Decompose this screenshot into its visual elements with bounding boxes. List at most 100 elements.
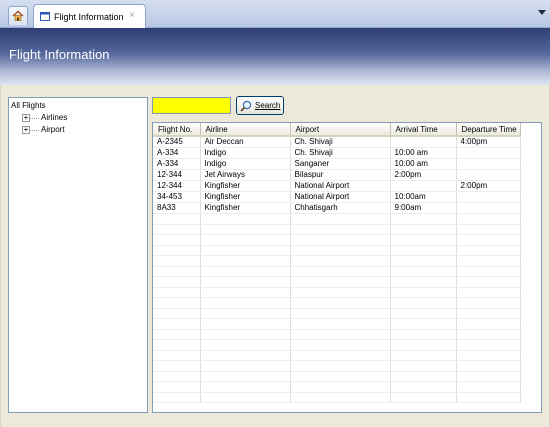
table-row[interactable]: 8A33 Kingfisher Chhatisgarh 9:00am: [153, 202, 521, 214]
table-row[interactable]: A-334 Indigo Sanganer 10:00 am: [153, 158, 521, 170]
column-header-arrival-time[interactable]: Arrival Time: [390, 123, 457, 137]
flight-no-cell[interactable]: A-2345: [153, 136, 201, 148]
flight-no-cell[interactable]: 8A33: [153, 202, 201, 214]
airport-cell[interactable]: National Airport: [290, 180, 391, 192]
empty-cell: [456, 318, 521, 330]
flight-no-cell[interactable]: A-334: [153, 158, 201, 170]
empty-cell: [200, 213, 291, 225]
empty-cell: [390, 339, 457, 351]
arrival-time-cell[interactable]: 10:00 am: [390, 147, 457, 159]
departure-time-cell[interactable]: [456, 202, 521, 214]
column-header-departure-time[interactable]: Departure Time: [456, 123, 521, 137]
airline-cell[interactable]: Jet Airways: [200, 169, 291, 181]
column-header-flight-no[interactable]: Flight No.: [153, 123, 201, 137]
tab-close-icon[interactable]: ×: [129, 10, 135, 21]
tab-flight-information[interactable]: Flight Information ×: [33, 4, 146, 28]
flight-tree[interactable]: All Flights + Airlines + Airport: [8, 97, 148, 413]
empty-cell: [456, 371, 521, 382]
tree-root-all-flights[interactable]: All Flights: [11, 100, 145, 112]
tree-node-airlines[interactable]: + Airlines: [11, 112, 145, 124]
empty-cell: [290, 297, 391, 309]
empty-cell: [200, 287, 291, 298]
empty-cell: [390, 350, 457, 361]
empty-cell: [390, 318, 457, 330]
airport-cell[interactable]: National Airport: [290, 191, 391, 203]
empty-row: [153, 287, 521, 298]
tab-list-dropdown-icon[interactable]: [538, 10, 546, 15]
empty-cell: [200, 350, 291, 361]
airport-cell[interactable]: Sanganer: [290, 158, 391, 170]
empty-cell: [153, 213, 201, 225]
tree-node-label: Airlines: [41, 113, 68, 122]
airline-cell[interactable]: Indigo: [200, 158, 291, 170]
airport-cell[interactable]: Ch. Shivaji: [290, 136, 391, 148]
empty-cell: [456, 308, 521, 319]
empty-cell: [290, 213, 391, 225]
arrival-time-cell[interactable]: 2:00pm: [390, 169, 457, 181]
empty-cell: [200, 381, 291, 393]
flight-grid[interactable]: Flight No. Airline Airport Arrival Time …: [152, 122, 542, 413]
airport-cell[interactable]: Ch. Shivaji: [290, 147, 391, 159]
departure-time-cell[interactable]: [456, 158, 521, 170]
departure-time-cell[interactable]: [456, 191, 521, 203]
empty-cell: [153, 276, 201, 288]
empty-cell: [153, 245, 201, 256]
empty-cell: [153, 318, 201, 330]
empty-cell: [200, 266, 291, 277]
table-row[interactable]: A-334 Indigo Ch. Shivaji 10:00 am: [153, 147, 521, 159]
airline-cell[interactable]: Kingfisher: [200, 191, 291, 203]
table-row[interactable]: 12-344 Jet Airways Bilaspur 2:00pm: [153, 169, 521, 181]
empty-cell: [390, 224, 457, 235]
table-row[interactable]: A-2345 Air Deccan Ch. Shivaji 4:00pm: [153, 136, 521, 148]
search-button[interactable]: Search: [236, 96, 284, 115]
table-row[interactable]: 12-344 Kingfisher National Airport 2:00pm: [153, 180, 521, 192]
arrival-time-cell[interactable]: [390, 136, 457, 148]
departure-time-cell[interactable]: [456, 147, 521, 159]
column-header-airport[interactable]: Airport: [290, 123, 391, 137]
airline-cell[interactable]: Kingfisher: [200, 180, 291, 192]
flight-no-cell[interactable]: 12-344: [153, 180, 201, 192]
departure-time-cell[interactable]: 2:00pm: [456, 180, 521, 192]
empty-cell: [290, 224, 391, 235]
departure-time-cell[interactable]: 4:00pm: [456, 136, 521, 148]
arrival-time-cell[interactable]: 10:00am: [390, 191, 457, 203]
empty-cell: [390, 297, 457, 309]
tree-node-airport[interactable]: + Airport: [11, 124, 145, 136]
empty-cell: [290, 255, 391, 267]
tree-connector: [30, 130, 39, 131]
flight-no-cell[interactable]: 12-344: [153, 169, 201, 181]
airline-cell[interactable]: Air Deccan: [200, 136, 291, 148]
empty-cell: [390, 245, 457, 256]
flight-no-cell[interactable]: 34-453: [153, 191, 201, 203]
arrival-time-cell[interactable]: 10:00 am: [390, 158, 457, 170]
empty-cell: [290, 308, 391, 319]
empty-cell: [290, 329, 391, 340]
departure-time-cell[interactable]: [456, 169, 521, 181]
arrival-time-cell[interactable]: 9:00am: [390, 202, 457, 214]
airport-cell[interactable]: Chhatisgarh: [290, 202, 391, 214]
search-input[interactable]: [152, 97, 231, 114]
flight-no-cell[interactable]: A-334: [153, 147, 201, 159]
airport-cell[interactable]: Bilaspur: [290, 169, 391, 181]
empty-cell: [200, 339, 291, 351]
empty-cell: [290, 392, 391, 403]
home-icon: [12, 10, 24, 21]
tree-node-label: Airport: [41, 125, 65, 134]
airline-cell[interactable]: Kingfisher: [200, 202, 291, 214]
column-header-airline[interactable]: Airline: [200, 123, 291, 137]
expand-icon[interactable]: +: [22, 114, 30, 122]
table-row[interactable]: 34-453 Kingfisher National Airport 10:00am: [153, 191, 521, 203]
empty-cell: [200, 371, 291, 382]
empty-cell: [290, 318, 391, 330]
home-button[interactable]: [8, 6, 28, 25]
tab-label: Flight Information: [54, 11, 124, 22]
empty-cell: [290, 381, 391, 393]
empty-cell: [200, 245, 291, 256]
expand-icon[interactable]: +: [22, 126, 30, 134]
empty-cell: [200, 360, 291, 372]
empty-cell: [153, 297, 201, 309]
empty-cell: [200, 255, 291, 267]
airline-cell[interactable]: Indigo: [200, 147, 291, 159]
arrival-time-cell[interactable]: [390, 180, 457, 192]
empty-row: [153, 360, 521, 372]
